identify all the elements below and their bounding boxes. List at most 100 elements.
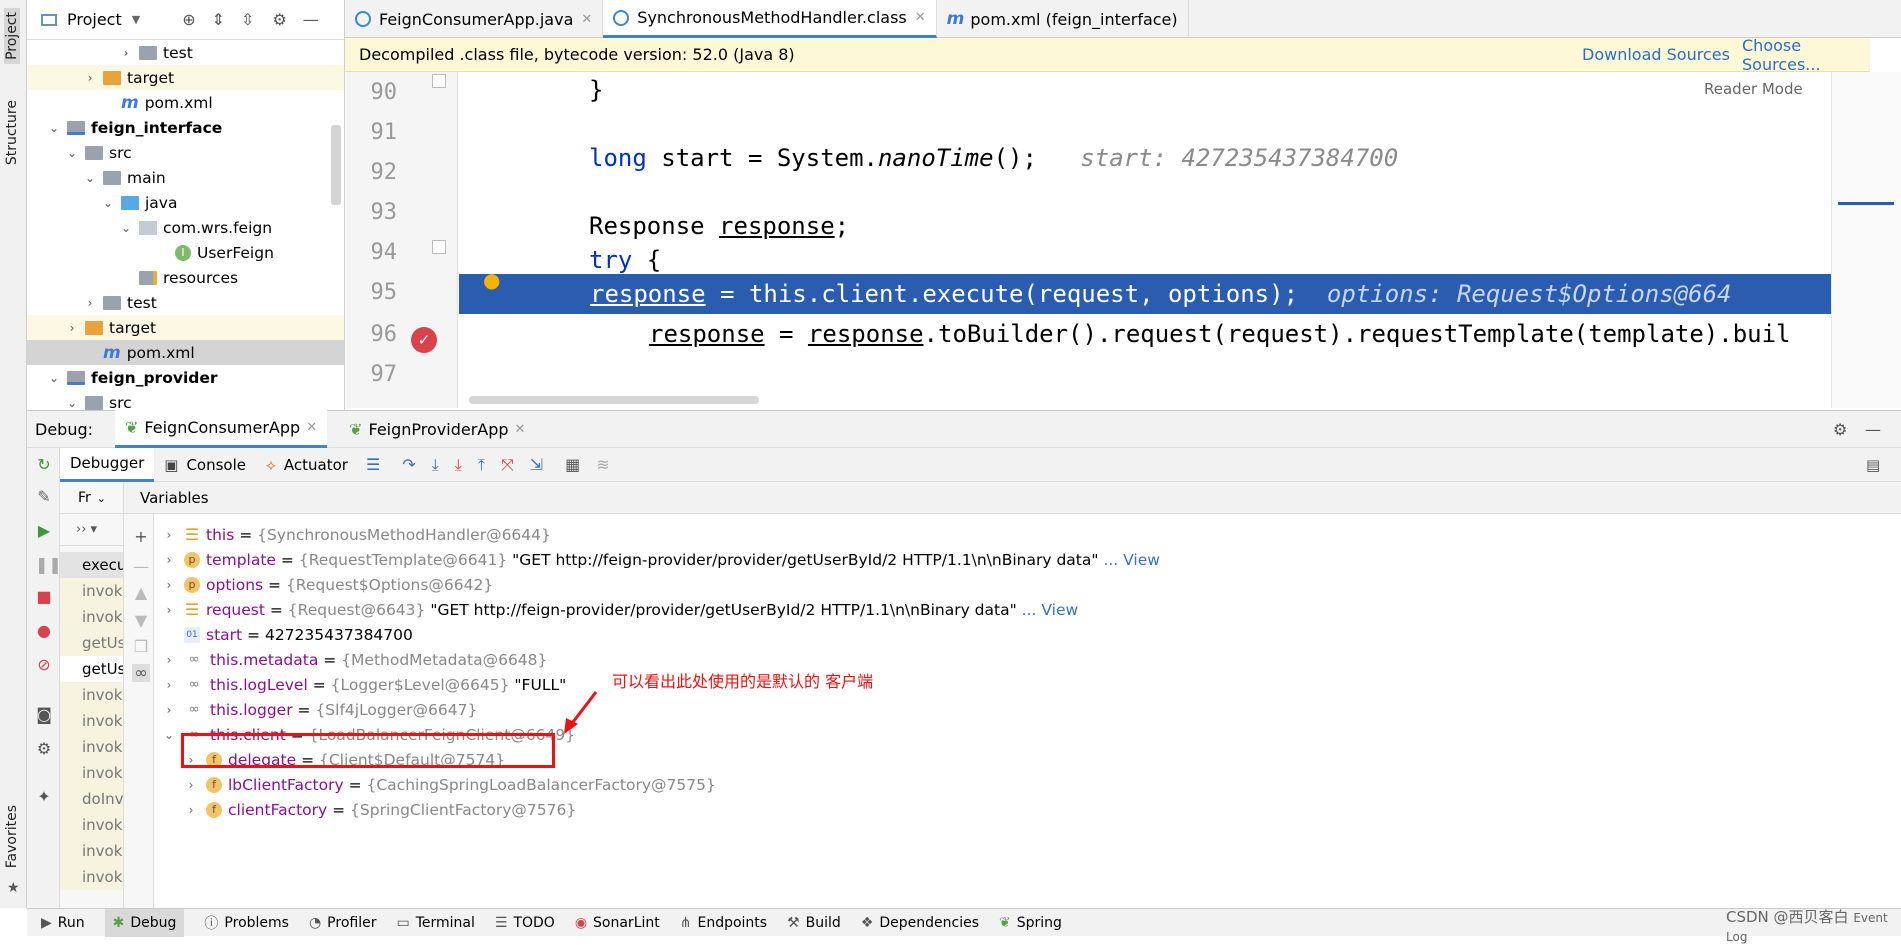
pin-icon[interactable]: ✦ — [35, 788, 53, 806]
stack-frame[interactable]: invok — [60, 604, 123, 630]
stack-frame[interactable]: invok — [60, 578, 123, 604]
code-minimap[interactable] — [1831, 72, 1901, 408]
editor-tab[interactable]: m pom.xml (feign_interface) — [937, 0, 1189, 38]
status-tool-build[interactable]: ⚒ Build — [787, 915, 841, 931]
download-sources-link[interactable]: Download Sources — [1582, 45, 1730, 64]
gear-icon[interactable]: ⚙ — [1833, 420, 1847, 439]
gear-icon[interactable]: ⚙ — [35, 740, 53, 758]
copy-icon[interactable]: ❐ — [132, 638, 150, 656]
drop-frame-icon[interactable]: ⤧ — [501, 455, 514, 475]
expand-arrow-icon[interactable]: ⌄ — [65, 396, 79, 410]
stack-frame[interactable]: execu — [60, 552, 123, 578]
tree-item[interactable]: I UserFeign — [27, 240, 344, 265]
add-watch-icon[interactable]: + — [132, 528, 150, 546]
choose-sources-link[interactable]: Choose Sources... — [1742, 36, 1870, 74]
move-up-icon[interactable]: ▲ — [132, 584, 150, 602]
view-breakpoints-icon[interactable]: ● — [35, 622, 53, 640]
stack-frame[interactable]: invok — [60, 682, 123, 708]
tree-item[interactable]: ⌄ com.wrs.feign — [27, 215, 344, 240]
tree-item[interactable]: ⌄ java — [27, 190, 344, 215]
tree-item[interactable]: › test — [27, 290, 344, 315]
variable-row[interactable]: › ∞ this.logger = {Slf4jLogger@6647} — [162, 697, 478, 722]
expand-arrow-icon[interactable]: › — [65, 321, 79, 335]
favorites-tool-tab[interactable]: Favorites — [4, 805, 20, 868]
tree-item[interactable]: › test — [27, 40, 344, 65]
expand-arrow-icon[interactable]: › — [162, 603, 176, 617]
tab-actuator[interactable]: ⟡ Actuator — [256, 448, 358, 482]
expand-arrow-icon[interactable]: › — [83, 296, 97, 310]
chevron-down-icon[interactable]: ▼ — [132, 13, 140, 26]
tree-item[interactable]: resources — [27, 265, 344, 290]
status-tool-debug[interactable]: ✱ Debug — [104, 908, 185, 937]
fold-marker-icon[interactable] — [432, 240, 446, 254]
expand-arrow-icon[interactable]: ⌄ — [65, 146, 79, 160]
run-to-cursor-icon[interactable]: ⇲ — [530, 455, 543, 474]
camera-icon[interactable]: ◙ — [35, 706, 53, 724]
status-tool-spring[interactable]: ❦ Spring — [999, 915, 1062, 931]
close-icon[interactable]: ✕ — [515, 422, 526, 437]
stack-frame[interactable]: getUs — [60, 630, 123, 656]
stack-frame[interactable]: invok — [60, 708, 123, 734]
expand-arrow-icon[interactable]: › — [162, 528, 176, 542]
expand-arrow-icon[interactable]: ⌄ — [83, 171, 97, 185]
editor-tab[interactable]: FeignConsumerApp.java ✕ — [345, 0, 604, 38]
tree-item[interactable]: m pom.xml — [27, 90, 344, 115]
status-tool-endpoints[interactable]: ⋔ Endpoints — [680, 915, 767, 931]
tree-item[interactable]: ⌄ src — [27, 140, 344, 165]
tab-debugger[interactable]: Debugger — [60, 447, 155, 482]
show-execution-point-icon[interactable]: ☰ — [366, 455, 380, 474]
project-scrollbar[interactable] — [331, 125, 341, 205]
expand-arrow-icon[interactable]: ⌄ — [101, 196, 115, 210]
glasses-icon[interactable]: ∞ — [132, 664, 150, 682]
evaluate-expression-icon[interactable]: ▦ — [565, 455, 580, 474]
expand-arrow-icon[interactable]: ⌄ — [119, 221, 133, 235]
pause-icon[interactable]: ❚❚ — [35, 556, 62, 574]
tree-item[interactable]: m pom.xml — [27, 340, 344, 365]
tree-item[interactable]: ⌄ feign_provider — [27, 365, 344, 390]
stack-frame[interactable]: invok — [60, 864, 123, 890]
stop-icon[interactable]: ■ — [35, 588, 53, 606]
breakpoint-icon[interactable]: ✓ — [411, 327, 437, 353]
mute-breakpoints-icon[interactable]: ⊘ — [35, 656, 53, 674]
expand-arrow-icon[interactable]: › — [162, 678, 176, 692]
rerun-icon[interactable]: ↻ — [35, 456, 53, 474]
expand-arrow-icon[interactable]: › — [184, 778, 198, 792]
variable-row[interactable]: › ☰ this = {SynchronousMethodHandler@6644} — [162, 522, 551, 547]
stack-frame[interactable]: invok — [60, 760, 123, 786]
expand-arrow-icon[interactable]: › — [162, 653, 176, 667]
variable-view-link[interactable]: ... View — [1017, 601, 1079, 619]
variable-row[interactable]: ⌄ ∞ this.client = {LoadBalancerFeignClient… — [162, 722, 575, 747]
move-down-icon[interactable]: ▼ — [132, 612, 150, 630]
debug-session-tab[interactable]: ❦ FeignProviderApp ✕ — [349, 420, 525, 439]
expand-arrow-icon[interactable]: ⌄ — [162, 728, 176, 742]
editor-tab[interactable]: SynchronousMethodHandler.class ✕ — [603, 0, 937, 38]
variable-row[interactable]: › f clientFactory = {SpringClientFactory@7… — [184, 797, 577, 822]
structure-tool-tab[interactable]: Structure — [4, 100, 20, 165]
expand-arrow-icon[interactable]: › — [184, 803, 198, 817]
gear-icon[interactable]: ⚙ — [272, 10, 286, 29]
expand-arrow-icon[interactable]: › — [162, 578, 176, 592]
expand-arrow-icon[interactable]: ⌄ — [47, 371, 61, 385]
step-over-icon[interactable]: ↷ — [402, 455, 415, 474]
resume-icon[interactable]: ▶ — [35, 522, 53, 540]
minimize-icon[interactable]: — — [1865, 420, 1881, 439]
fold-marker-icon[interactable] — [432, 74, 446, 88]
locate-icon[interactable]: ⊕ — [182, 10, 195, 29]
tree-item[interactable]: ⌄ main — [27, 165, 344, 190]
variable-row[interactable]: › ∞ this.metadata = {MethodMetadata@6648} — [162, 647, 548, 672]
step-into-icon[interactable]: ⤓ — [432, 455, 439, 475]
expand-all-icon[interactable]: ⇕ — [212, 10, 225, 29]
code-editor[interactable]: Reader Mode } long start = System.nanoTi… — [459, 72, 1831, 408]
status-tool-todo[interactable]: ☰ TODO — [495, 915, 555, 931]
project-tool-tab[interactable]: Project — [4, 8, 20, 64]
status-tool-dependencies[interactable]: ❖ Dependencies — [861, 915, 979, 931]
status-tool-problems[interactable]: ⓘ Problems — [204, 913, 289, 933]
expand-arrow-icon[interactable]: › — [83, 71, 97, 85]
close-icon[interactable]: ✕ — [915, 10, 926, 25]
status-tool-run[interactable]: ▶ Run — [41, 915, 85, 931]
expand-arrow-icon[interactable]: › — [184, 753, 198, 767]
collapse-all-icon[interactable]: ⇳ — [241, 10, 254, 29]
status-tool-profiler[interactable]: ◔ Profiler — [309, 915, 377, 931]
status-tool-terminal[interactable]: ▭ Terminal — [396, 915, 474, 931]
stack-frame[interactable]: invok — [60, 734, 123, 760]
